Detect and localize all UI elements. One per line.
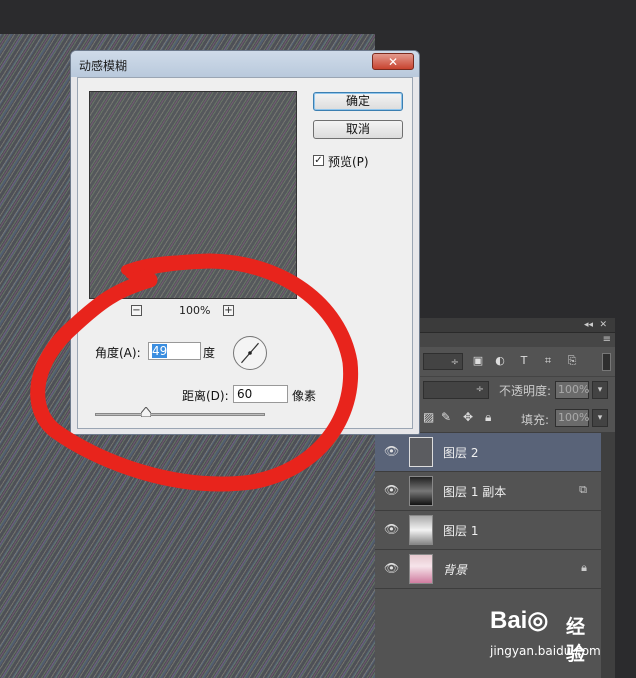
zoom-out-button[interactable]: − [131, 305, 142, 316]
eye-icon[interactable]: 👁︎ [384, 484, 399, 497]
shape-filter-icon[interactable]: ⌗ [541, 354, 555, 368]
fill-dropdown-button[interactable]: ▾ [592, 409, 608, 427]
fill-label: 填充: [521, 413, 550, 427]
type-filter-icon[interactable]: T [517, 354, 531, 368]
layer-name: 图层 1 副本 [443, 485, 507, 499]
angle-value: 49 [152, 344, 168, 358]
fill-input[interactable]: 100% [555, 409, 589, 427]
angle-dial-indicator [241, 342, 259, 364]
smart-object-icon: ⧉ [579, 483, 587, 496]
preview-label[interactable]: 预览(P) [328, 153, 369, 170]
close-button[interactable]: ✕ [372, 53, 414, 70]
zoom-level: 100% [179, 304, 211, 317]
eye-icon[interactable]: 👁︎ [384, 523, 399, 536]
layers-scrollbar[interactable] [601, 432, 615, 678]
close-panel-icon[interactable]: ✕ [599, 318, 607, 332]
angle-input[interactable]: 49 [148, 342, 201, 360]
image-filter-icon[interactable]: ▣ [471, 354, 485, 368]
layer-row[interactable]: 👁︎ 图层 1 [375, 511, 601, 550]
lock-transparent-icon[interactable]: ▨ [423, 410, 434, 424]
lock-icon: 🔒︎ [581, 561, 587, 574]
angle-dial[interactable] [233, 336, 267, 370]
eye-icon[interactable]: 👁︎ [384, 562, 399, 575]
layer-row[interactable]: 👁︎ 图层 1 副本 ⧉ [375, 472, 601, 511]
layer-thumbnail [409, 476, 433, 506]
lock-all-icon[interactable]: 🔒︎ [485, 410, 491, 425]
lock-paint-icon[interactable]: ✎ [441, 410, 451, 424]
angle-label: 角度(A): [95, 346, 141, 360]
layer-thumbnail [409, 554, 433, 584]
dialog-body: − 100% + 确定 取消 ✓ 预览(P) 角度(A): 49 度 距离(D)… [77, 77, 413, 429]
opacity-input[interactable]: 100% [555, 381, 589, 399]
dialog-title: 动感模糊 [79, 59, 128, 73]
ok-button[interactable]: 确定 [313, 92, 403, 111]
smart-object-filter-icon[interactable]: ⎘ [565, 354, 579, 368]
distance-slider-track[interactable] [95, 413, 265, 416]
zoom-in-button[interactable]: + [223, 305, 234, 316]
filter-toggle-switch[interactable] [602, 353, 611, 371]
lock-position-icon[interactable]: ✥ [463, 410, 473, 424]
preview-checkbox[interactable]: ✓ [313, 155, 324, 166]
adjustment-filter-icon[interactable]: ◐ [493, 354, 507, 368]
filter-preview[interactable] [89, 91, 297, 299]
layer-name: 图层 1 [443, 524, 479, 538]
watermark-url: jingyan.baidu.com [490, 644, 601, 658]
layer-row[interactable]: 👁︎ 背景 🔒︎ [375, 550, 601, 589]
filter-kind-dropdown[interactable]: ÷ [423, 353, 463, 370]
angle-unit: 度 [203, 346, 216, 360]
eye-icon[interactable]: 👁︎ [384, 445, 399, 458]
blend-mode-dropdown[interactable]: ÷ [423, 381, 489, 399]
distance-label: 距离(D): [182, 389, 229, 403]
dialog-titlebar[interactable]: 动感模糊 ✕ [71, 51, 419, 77]
layer-thumbnail [409, 515, 433, 545]
distance-slider-thumb[interactable] [141, 407, 151, 417]
panel-menu-icon[interactable]: ≡ [603, 333, 611, 347]
baidu-logo: Bai◎ [490, 607, 549, 634]
distance-unit: 像素 [292, 389, 317, 403]
distance-input[interactable]: 60 [233, 385, 288, 403]
layer-thumbnail [409, 437, 433, 467]
cancel-button[interactable]: 取消 [313, 120, 403, 139]
layer-name: 图层 2 [443, 446, 479, 460]
collapse-panel-icon[interactable]: ◂◂ [584, 318, 593, 332]
opacity-label: 不透明度: [499, 384, 552, 398]
layer-name: 背景 [443, 563, 468, 577]
motion-blur-dialog: 动感模糊 ✕ − 100% + 确定 取消 ✓ 预览(P) 角度(A): 49 … [70, 50, 420, 435]
layer-row[interactable]: 👁︎ 图层 2 [375, 433, 601, 472]
opacity-dropdown-button[interactable]: ▾ [592, 381, 608, 399]
